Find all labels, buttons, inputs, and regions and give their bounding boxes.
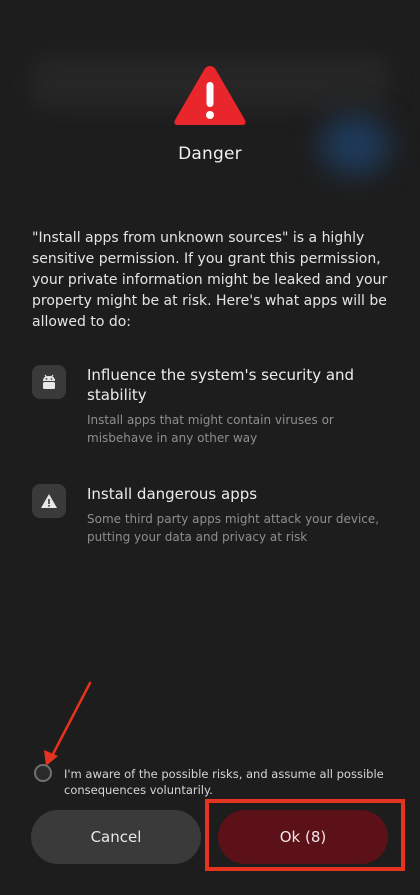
dialog-description: "Install apps from unknown sources" is a… bbox=[32, 230, 388, 330]
dialog-title: Danger bbox=[178, 144, 242, 164]
danger-warning-icon bbox=[174, 66, 246, 125]
ok-button[interactable]: Ok (8) bbox=[218, 810, 388, 864]
permission-description: Some third party apps might attack your … bbox=[87, 512, 380, 544]
consent-radio[interactable] bbox=[34, 764, 52, 782]
permission-title: Install dangerous apps bbox=[87, 485, 258, 503]
permission-title: Influence the system's security and stab… bbox=[87, 366, 355, 404]
permission-description: Install apps that might contain viruses … bbox=[87, 413, 334, 445]
annotation-arrow bbox=[44, 681, 92, 766]
android-icon bbox=[32, 365, 66, 399]
cancel-button[interactable]: Cancel bbox=[31, 810, 201, 864]
permission-dialog: Danger "Install apps from unknown source… bbox=[0, 0, 420, 895]
consent-text[interactable]: I'm aware of the possible risks, and ass… bbox=[64, 766, 384, 798]
warning-icon bbox=[32, 484, 66, 518]
